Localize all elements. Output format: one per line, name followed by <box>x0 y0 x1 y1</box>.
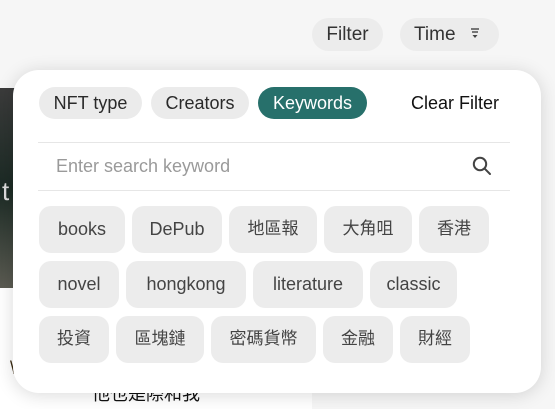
keyword-chip-hong-kong-zh[interactable]: 香港 <box>419 206 489 253</box>
keyword-chip-district-news[interactable]: 地區報 <box>229 206 317 253</box>
clear-filter-button[interactable]: Clear Filter <box>411 87 499 119</box>
filter-button[interactable]: Filter <box>312 18 383 51</box>
keyword-chip-economics[interactable]: 財經 <box>400 316 470 363</box>
keyword-chip-finance[interactable]: 金融 <box>323 316 393 363</box>
top-toolbar: Filter Time <box>0 0 555 70</box>
tab-keywords[interactable]: Keywords <box>258 87 367 119</box>
keyword-chip-novel[interactable]: novel <box>39 261 119 308</box>
tab-creators[interactable]: Creators <box>151 87 249 119</box>
search-icon[interactable] <box>472 156 492 176</box>
keyword-chip-cryptocurrency[interactable]: 密碼貨幣 <box>211 316 316 363</box>
time-button-label: Time <box>414 24 456 45</box>
tab-nft-type[interactable]: NFT type <box>39 87 142 119</box>
keyword-chip-tai-kok-tsui[interactable]: 大角咀 <box>324 206 412 253</box>
keyword-chip-investment[interactable]: 投資 <box>39 316 109 363</box>
keyword-chip-literature[interactable]: literature <box>253 261 363 308</box>
keyword-chip-hongkong[interactable]: hongkong <box>126 261 246 308</box>
keyword-chip-depub[interactable]: DePub <box>132 206 222 253</box>
keyword-chip-books[interactable]: books <box>39 206 125 253</box>
time-sort-button[interactable]: Time <box>400 18 499 51</box>
keyword-chip-blockchain[interactable]: 區塊鏈 <box>116 316 204 363</box>
filter-button-label: Filter <box>326 24 369 45</box>
filter-panel: NFT type Creators Keywords Clear Filter … <box>13 70 541 393</box>
search-input[interactable] <box>38 143 458 190</box>
keyword-chip-classic[interactable]: classic <box>370 261 457 308</box>
search-bar <box>38 142 510 191</box>
sort-icon <box>470 18 480 51</box>
background-side-text: t <box>2 176 10 206</box>
